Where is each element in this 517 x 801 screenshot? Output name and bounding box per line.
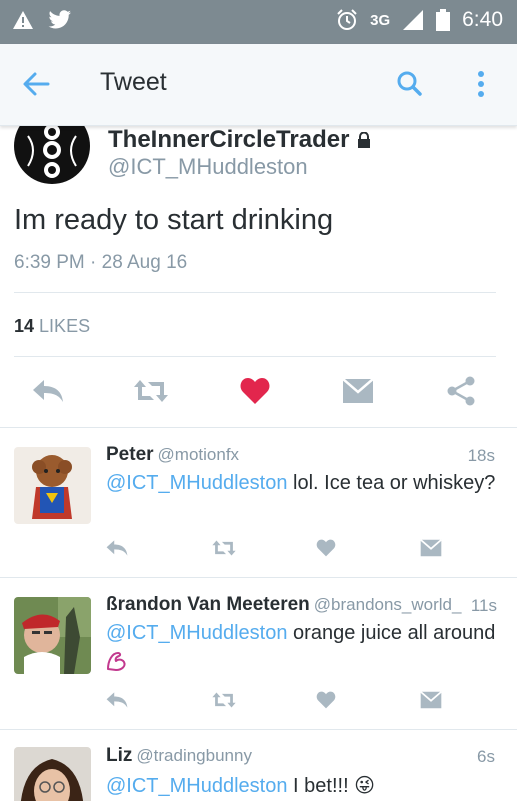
author-logo [14, 126, 90, 184]
reply-author: ßrandon Van Meeteren @brandons_world_ [106, 594, 461, 616]
flexed-biceps-emoji-icon [104, 649, 130, 675]
woman-avatar-image [14, 747, 91, 801]
twitter-bird-icon [48, 10, 71, 29]
mention-link[interactable]: @ICT_MHuddleston [106, 775, 287, 797]
signal-icon [403, 10, 424, 30]
reply-body: lol. Ice tea or whiskey? [287, 472, 496, 494]
reply-action-bar [0, 535, 517, 565]
arrow-left-icon [23, 72, 50, 96]
status-bar: 3G 6:40 [0, 0, 517, 44]
lock-icon [358, 132, 371, 148]
dog-avatar-image [14, 447, 91, 524]
reply-timestamp: 11s [470, 596, 497, 615]
reply-author-handle: @brandons_world_ [313, 595, 462, 614]
reply-text: @ICT_MHuddleston I bet!!! 😜 [106, 773, 375, 798]
selfie-avatar-image [14, 597, 91, 674]
author-name[interactable]: TheInnerCircleTrader [108, 126, 371, 154]
mention-link[interactable]: @ICT_MHuddleston [106, 472, 287, 494]
message-button[interactable] [338, 371, 378, 411]
message-button[interactable] [418, 687, 444, 713]
author-avatar[interactable] [14, 126, 90, 184]
alarm-icon [337, 9, 357, 30]
reply-button[interactable] [28, 371, 68, 411]
app-bar: Tweet [0, 44, 517, 126]
retweet-button[interactable] [211, 687, 237, 713]
back-button[interactable] [18, 66, 54, 102]
reply-author-handle: @tradingbunny [136, 746, 252, 765]
reply-icon [33, 380, 63, 402]
reply-body: I bet!!! 😜 [287, 775, 376, 797]
reply-icon [106, 540, 128, 556]
retweet-icon [134, 380, 168, 402]
alert-icon [13, 11, 33, 29]
reply-author-name: ßrandon Van Meeteren [106, 594, 310, 615]
reply-author-name: Peter [106, 444, 154, 465]
tweet-timestamp: 6:39 PM · 28 Aug 16 [14, 252, 188, 273]
author-handle[interactable]: @ICT_MHuddleston [108, 154, 308, 180]
retweet-button[interactable] [131, 371, 171, 411]
like-button[interactable] [313, 535, 339, 561]
reply-item[interactable]: Peter @motionfx 18s @ICT_MHuddleston lol.… [0, 427, 517, 577]
like-button[interactable] [313, 687, 339, 713]
more-options-button[interactable] [466, 66, 496, 102]
tweet-text: Im ready to start drinking [14, 204, 334, 236]
reply-text: @ICT_MHuddleston lol. Ice tea or whiskey… [106, 472, 495, 495]
divider [14, 356, 496, 357]
heart-icon [240, 378, 270, 404]
battery-icon [436, 9, 451, 31]
search-button[interactable] [392, 66, 428, 102]
likes-label: LIKES [39, 316, 91, 336]
reply-button[interactable] [104, 535, 130, 561]
likes-count: 14 [14, 316, 35, 336]
reply-item[interactable]: Liz @tradingbunny 6s @ICT_MHuddleston I b… [0, 729, 517, 801]
avatar[interactable] [14, 597, 91, 674]
tweet-detail: TheInnerCircleTrader @ICT_MHuddleston Im… [0, 126, 517, 801]
reply-author: Liz @tradingbunny [106, 745, 252, 767]
network-type: 3G [370, 11, 391, 29]
reply-timestamp: 6s [477, 747, 495, 766]
author-name-text: TheInnerCircleTrader [108, 126, 350, 153]
likes-count-row[interactable]: 14 LIKES [14, 316, 90, 337]
envelope-icon [342, 378, 374, 403]
heart-icon [316, 539, 336, 557]
share-button[interactable] [441, 371, 481, 411]
mention-link[interactable]: @ICT_MHuddleston [106, 622, 287, 644]
reply-icon [106, 692, 128, 708]
reply-body: orange juice all around [287, 622, 496, 644]
tweet-action-bar [0, 371, 517, 415]
avatar[interactable] [14, 447, 91, 524]
heart-icon [316, 691, 336, 709]
envelope-icon [420, 539, 442, 557]
retweet-button[interactable] [211, 535, 237, 561]
like-button[interactable] [235, 371, 275, 411]
reply-action-bar [0, 687, 517, 717]
search-icon [397, 71, 422, 96]
envelope-icon [420, 691, 442, 709]
divider [14, 292, 496, 293]
reply-author-name: Liz [106, 745, 133, 766]
reply-item[interactable]: ßrandon Van Meeteren @brandons_world_ 11s… [0, 577, 517, 729]
retweet-icon [212, 692, 236, 708]
reply-text: @ICT_MHuddleston orange juice all around [106, 622, 495, 645]
clock: 6:40 [462, 8, 503, 31]
message-button[interactable] [418, 535, 444, 561]
reply-author-handle: @motionfx [157, 445, 240, 464]
retweet-icon [212, 540, 236, 556]
more-vertical-icon [478, 71, 484, 97]
share-icon [447, 376, 475, 406]
page-title: Tweet [100, 68, 167, 96]
reply-button[interactable] [104, 687, 130, 713]
avatar[interactable] [14, 747, 91, 801]
reply-author: Peter @motionfx [106, 444, 239, 466]
reply-timestamp: 18s [467, 446, 495, 465]
